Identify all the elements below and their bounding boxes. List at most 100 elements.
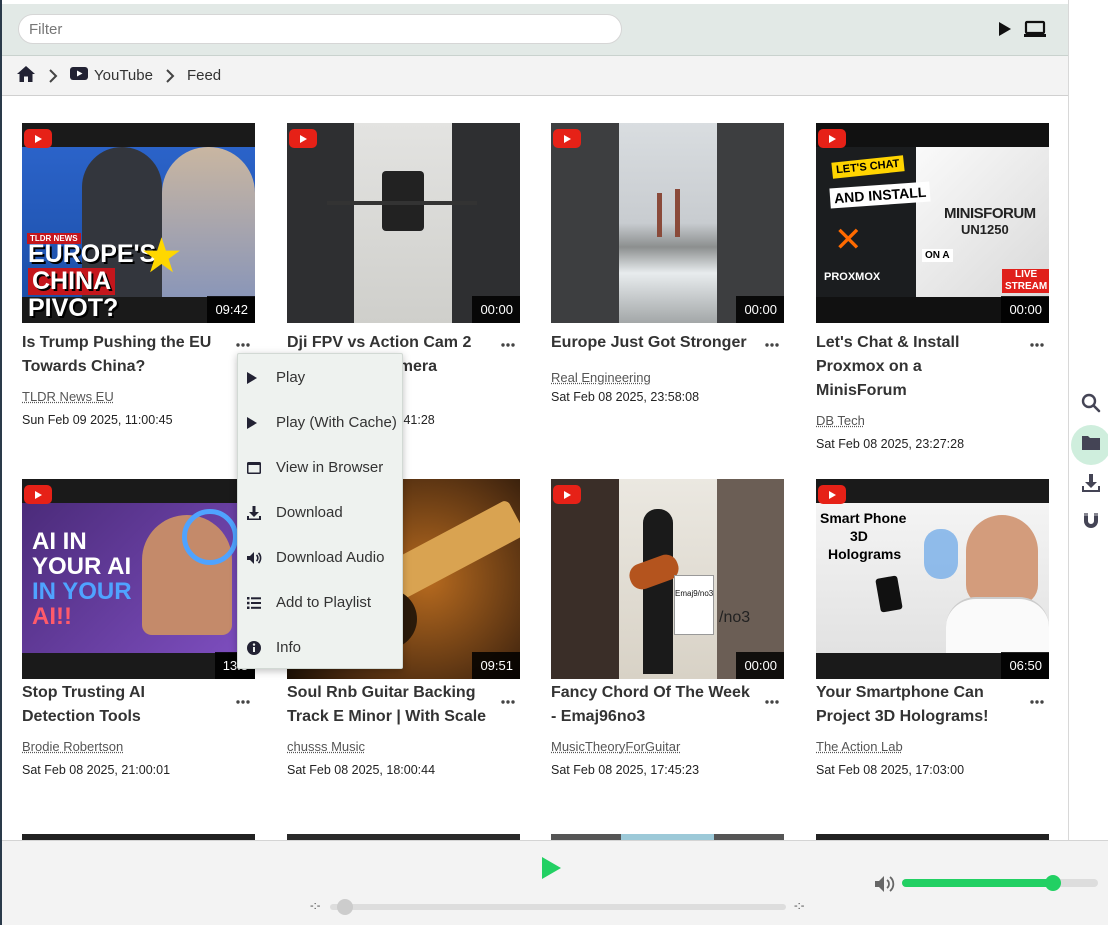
more-options-icon[interactable] (233, 335, 253, 355)
more-options-icon[interactable] (1027, 692, 1047, 712)
video-thumbnail[interactable]: TLDR NEWS EUROPE'S CHINA PIVOT? ★ 09:42 (22, 123, 255, 323)
video-title[interactable]: Let's Chat & Install Proxmox on a MinisF… (816, 331, 1016, 403)
youtube-icon (289, 129, 317, 148)
browse-button[interactable] (1071, 425, 1108, 465)
thumb-text: PROXMOX (824, 271, 880, 283)
video-card[interactable]: 00:00 Europe Just Got Stronger Real Engi… (551, 123, 784, 404)
play-icon (246, 416, 276, 430)
video-card[interactable]: Smart Phone 3D Holograms 06:50 Your Smar… (816, 479, 1049, 777)
video-card[interactable]: AI IN YOUR AI IN YOUR AI!! 13:3 Stop Tru… (22, 479, 255, 777)
video-channel[interactable]: TLDR News EU (22, 389, 255, 404)
chevron-right-icon (165, 69, 175, 83)
menu-item-label: Info (276, 639, 301, 656)
video-channel[interactable]: Brodie Robertson (22, 739, 255, 754)
menu-item-label: Download (276, 504, 343, 521)
download-icon (246, 505, 276, 521)
play-icon (246, 371, 276, 385)
seek-bar[interactable] (330, 904, 786, 910)
breadcrumb: YouTube Feed (2, 56, 1068, 96)
video-duration: 00:00 (736, 296, 784, 323)
play-icon[interactable] (994, 18, 1016, 40)
seek-handle[interactable] (337, 899, 353, 915)
more-options-icon[interactable] (1027, 335, 1047, 355)
video-title[interactable]: Stop Trusting AI Detection Tools (22, 681, 222, 729)
more-options-icon[interactable] (762, 335, 782, 355)
app-window: YouTube Feed (0, 0, 1108, 925)
menu-item-label: Play (276, 369, 305, 386)
menu-item-label: View in Browser (276, 459, 383, 476)
video-thumbnail[interactable]: AI IN YOUR AI IN YOUR AI!! 13:3 (22, 479, 255, 679)
video-thumbnail[interactable]: 00:00 (551, 123, 784, 323)
screen-cast-icon[interactable] (1024, 18, 1046, 40)
thumb-text: STREAM (1005, 281, 1047, 293)
video-card[interactable]: TLDR NEWS EUROPE'S CHINA PIVOT? ★ 09:42 … (22, 123, 255, 427)
video-title[interactable]: Soul Rnb Guitar Backing Track E Minor | … (287, 681, 487, 729)
breadcrumb-feed[interactable]: Feed (187, 67, 221, 84)
video-thumbnail[interactable]: Emaj9/no3 /no3 00:00 (551, 479, 784, 679)
video-thumbnail[interactable]: LET'S CHAT AND INSTALL ✕ PROXMOX MINISFO… (816, 123, 1049, 323)
video-channel[interactable]: Real Engineering (551, 370, 784, 385)
browser-icon (246, 461, 276, 475)
proxmox-logo-icon: ✕ (834, 223, 863, 257)
more-options-icon[interactable] (498, 692, 518, 712)
volume-icon[interactable] (874, 875, 896, 893)
thumb-text: ON A (922, 249, 953, 262)
video-thumbnail[interactable]: Smart Phone 3D Holograms 06:50 (816, 479, 1049, 679)
thumb-text: LIVE (1005, 269, 1047, 281)
menu-item-download-audio[interactable]: Download Audio (238, 535, 402, 580)
time-total: -:- (794, 900, 804, 912)
video-date: Sun Feb 09 2025, 11:00:45 (22, 413, 255, 427)
more-options-icon[interactable] (233, 692, 253, 712)
video-date: Sat Feb 08 2025, 23:27:28 (816, 437, 1049, 451)
time-elapsed: -:- (310, 900, 320, 912)
menu-item-view-in-browser[interactable]: View in Browser (238, 445, 402, 490)
home-icon (16, 65, 36, 87)
player-bar: -:- -:- (2, 840, 1108, 925)
video-channel[interactable]: The Action Lab (816, 739, 1049, 754)
menu-item-download[interactable]: Download (238, 490, 402, 535)
video-channel[interactable]: MusicTheoryForGuitar (551, 739, 784, 754)
video-duration: 09:42 (207, 296, 255, 323)
magnet-button[interactable] (1071, 503, 1108, 543)
video-channel[interactable]: chusss Music (287, 739, 520, 754)
search-icon (1081, 393, 1101, 418)
star-icon: ★ (140, 233, 183, 281)
downloads-button[interactable] (1071, 465, 1108, 505)
search-button[interactable] (1071, 385, 1108, 425)
video-duration: 09:51 (472, 652, 520, 679)
youtube-icon (70, 67, 88, 84)
video-title-text: Dji FPV vs Action Cam 2 (287, 334, 471, 351)
thumb-text: UN1250 (961, 222, 1009, 237)
play-pause-button[interactable] (538, 855, 564, 881)
breadcrumb-youtube[interactable]: YouTube (70, 67, 153, 84)
menu-item-label: Add to Playlist (276, 594, 371, 611)
more-options-icon[interactable] (762, 692, 782, 712)
youtube-icon (553, 129, 581, 148)
video-title[interactable]: Your Smartphone Can Project 3D Holograms… (816, 681, 1016, 729)
menu-item-play-cache[interactable]: Play (With Cache) (238, 400, 402, 445)
thumb-text: PIVOT? (28, 295, 156, 322)
thumb-text: AI!! (32, 604, 132, 629)
video-channel[interactable]: DB Tech (816, 413, 1049, 428)
menu-item-add-to-playlist[interactable]: Add to Playlist (238, 580, 402, 625)
video-title[interactable]: Is Trump Pushing the EU Towards China? (22, 331, 222, 379)
breadcrumb-label: Feed (187, 67, 221, 84)
filter-input[interactable] (18, 14, 622, 44)
video-title[interactable]: Europe Just Got Stronger (551, 331, 751, 355)
video-title[interactable]: Fancy Chord Of The Week - Emaj96no3 (551, 681, 751, 729)
menu-item-label: Download Audio (276, 549, 384, 566)
video-thumbnail[interactable]: 00:00 (287, 123, 520, 323)
youtube-icon (24, 129, 52, 148)
menu-item-info[interactable]: Info (238, 625, 402, 670)
video-duration: 00:00 (1001, 296, 1049, 323)
menu-item-play[interactable]: Play (238, 355, 402, 400)
video-date: Sat Feb 08 2025, 17:03:00 (816, 763, 1049, 777)
video-card[interactable]: Emaj9/no3 /no3 00:00 Fancy Chord Of The … (551, 479, 784, 777)
more-options-icon[interactable] (498, 335, 518, 355)
volume-slider[interactable] (902, 879, 1098, 887)
info-icon (246, 640, 276, 656)
breadcrumb-home[interactable] (16, 65, 36, 87)
youtube-icon (553, 485, 581, 504)
video-card[interactable]: LET'S CHAT AND INSTALL ✕ PROXMOX MINISFO… (816, 123, 1049, 451)
volume-handle[interactable] (1045, 875, 1061, 891)
